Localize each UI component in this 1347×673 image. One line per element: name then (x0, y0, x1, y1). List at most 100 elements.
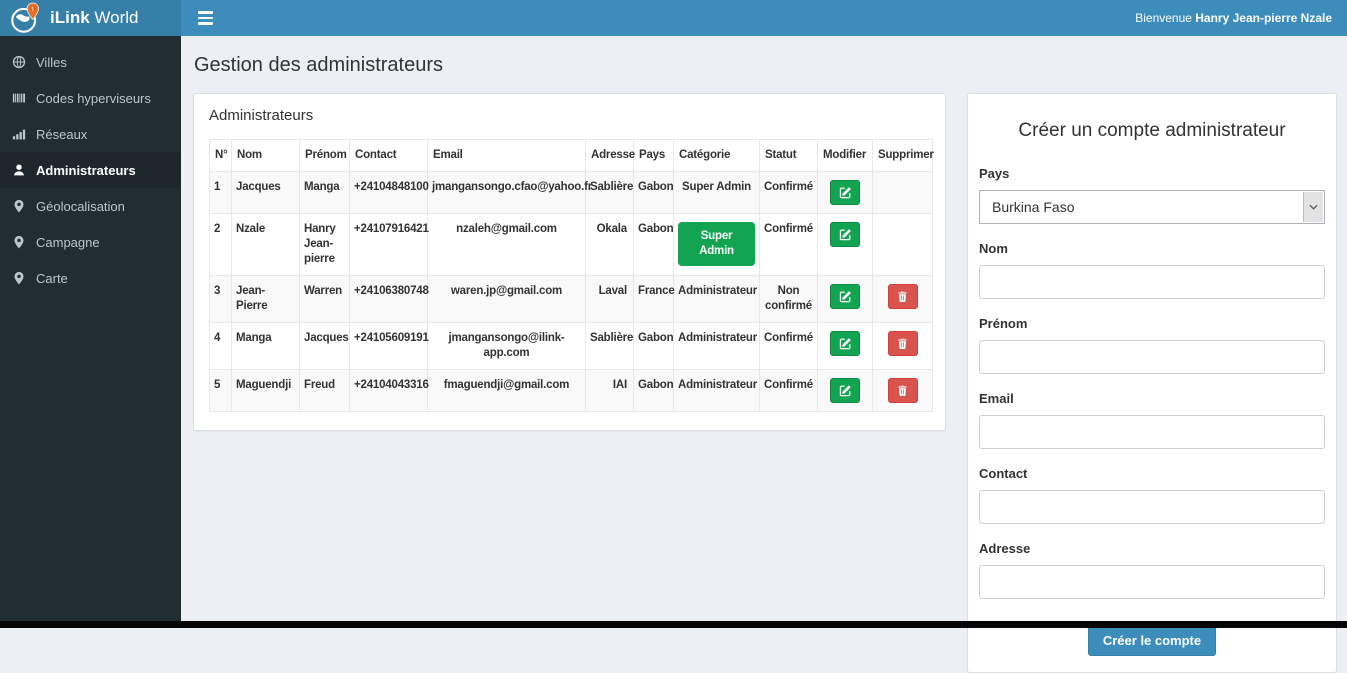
edit-button[interactable] (830, 221, 860, 247)
table-row: 5 Maguendji Freud +24104043316 fmaguendj… (209, 368, 933, 412)
delete-button[interactable] (887, 377, 918, 403)
cell-email: jmangansongo.cfao@yahoo.fr (427, 170, 592, 214)
column-header: Nom (231, 139, 300, 172)
cell-email: fmaguendji@gmail.com (427, 368, 586, 412)
sidebar-item-geolocalisation[interactable]: Géolocalisation (0, 188, 181, 224)
cell-pays: Gabon (633, 170, 674, 214)
delete-button[interactable] (887, 330, 918, 356)
main-content: Gestion des administrateurs Administrate… (181, 36, 1347, 673)
brand[interactable]: $ iLink World (0, 0, 181, 36)
cell-statut: Confirmé (759, 368, 818, 412)
cell-categorie: Administrateur (673, 321, 760, 370)
table-row: 1 Jacques Manga +24104848100 jmangansong… (209, 170, 933, 214)
sidebar-item-label: Administrateurs (36, 162, 136, 178)
sidebar-item-campagne[interactable]: Campagne (0, 224, 181, 260)
cell-num: 4 (209, 321, 232, 370)
column-header: Pays (633, 139, 674, 172)
cell-adresse: Okala (585, 212, 634, 276)
prenom-label: Prénom (979, 316, 1028, 331)
map-marker-icon (14, 199, 24, 213)
cell-prenom: Freud (299, 368, 350, 412)
brand-title: iLink World (50, 8, 139, 27)
cell-nom: Nzale (231, 212, 300, 276)
cell-pays: France (633, 274, 675, 323)
sidebar-item-administrateurs[interactable]: Administrateurs (0, 152, 181, 188)
sidebar-item-carte[interactable]: Carte (0, 260, 181, 296)
column-header: N° (209, 139, 232, 172)
user-icon (14, 164, 24, 176)
cell-contact: +24107916421 (349, 212, 429, 276)
cell-categorie: Super Admin (673, 170, 760, 214)
globe-icon (12, 55, 26, 69)
table-row: 3 Jean-Pierre Warren +24106380748 waren.… (209, 274, 933, 323)
nom-field[interactable] (979, 265, 1325, 299)
edit-button[interactable] (830, 283, 860, 309)
cell-num: 3 (209, 274, 232, 323)
edit-icon (839, 290, 851, 302)
create-account-button[interactable]: Créer le compte (1087, 625, 1217, 656)
prenom-field[interactable] (979, 340, 1325, 374)
email-field[interactable] (979, 415, 1325, 449)
email-label: Email (979, 391, 1014, 406)
barcode-icon (12, 93, 26, 103)
chevron-down-icon (1303, 192, 1323, 222)
super-admin-badge[interactable]: Super Admin (678, 221, 755, 266)
cell-num: 2 (209, 212, 232, 276)
page-title: Gestion des administrateurs (194, 54, 444, 76)
cell-adresse: Sablière (585, 170, 634, 214)
cell-pays: Gabon (633, 212, 674, 276)
edit-button[interactable] (830, 179, 860, 205)
cell-prenom: Manga (299, 170, 350, 214)
trash-icon (898, 385, 907, 396)
edit-button[interactable] (830, 377, 860, 403)
trash-icon (898, 338, 907, 349)
cell-prenom: Warren (299, 274, 350, 323)
delete-button[interactable] (887, 283, 918, 309)
cell-email: jmangansongo@ilink-app.com (427, 321, 586, 370)
column-header: Supprimer (872, 139, 934, 172)
cell-prenom: Jacques (299, 321, 350, 370)
sidebar-toggle-button[interactable] (196, 7, 215, 29)
cell-num: 5 (209, 368, 232, 412)
cell-pays: Gabon (633, 368, 674, 412)
cell-nom: Manga (231, 321, 300, 370)
pays-select[interactable]: Burkina Faso (979, 190, 1325, 224)
sidebar-item-label: Villes (36, 54, 67, 70)
cell-supprimer (872, 212, 933, 276)
bottom-edge (0, 621, 1347, 628)
cell-contact: +24105609191 (349, 321, 429, 370)
table-header-row: N° Nom Prénom Contact Email Adresse Pays… (209, 139, 934, 172)
cell-statut: Confirmé (759, 212, 818, 276)
cell-contact: +24104848100 (349, 170, 429, 214)
trash-icon (898, 291, 907, 302)
administrators-table: N° Nom Prénom Contact Email Adresse Pays… (209, 139, 934, 412)
contact-field[interactable] (979, 490, 1325, 524)
cell-adresse: Sablière (585, 321, 634, 370)
cell-email: nzaleh@gmail.com (427, 212, 586, 276)
cell-supprimer (872, 170, 933, 214)
adresse-field[interactable] (979, 565, 1325, 599)
navbar: Bienvenue Hanry Jean-pierre Nzale (181, 0, 1347, 36)
sidebar-item-label: Carte (36, 270, 68, 286)
edit-button[interactable] (830, 330, 860, 356)
sidebar-item-codes-hyperviseurs[interactable]: Codes hyperviseurs (0, 80, 181, 116)
svg-text:$: $ (31, 6, 35, 12)
map-marker-icon (14, 235, 24, 249)
table-row: 4 Manga Jacques +24105609191 jmangansong… (209, 321, 933, 370)
edit-icon (839, 337, 851, 349)
administrators-panel: Administrateurs N° Nom Prénom Contact Em… (193, 93, 946, 431)
sidebar-item-reseaux[interactable]: Réseaux (0, 116, 181, 152)
sidebar: Villes Codes hyperviseurs Réseaux Admini… (0, 36, 181, 621)
panel-title: Administrateurs (209, 107, 314, 124)
sidebar-item-villes[interactable]: Villes (0, 44, 181, 80)
column-header: Adresse (585, 139, 635, 172)
signal-bars-icon (12, 129, 26, 140)
welcome-text: Bienvenue Hanry Jean-pierre Nzale (1135, 11, 1332, 25)
pays-label: Pays (979, 166, 1010, 181)
cell-prenom: Hanry Jean-pierre (299, 212, 350, 276)
cell-num: 1 (209, 170, 232, 214)
cell-statut: Confirmé (759, 170, 818, 214)
sidebar-item-label: Géolocalisation (36, 198, 125, 214)
cell-adresse: Laval (585, 274, 634, 323)
column-header: Modifier (817, 139, 873, 172)
